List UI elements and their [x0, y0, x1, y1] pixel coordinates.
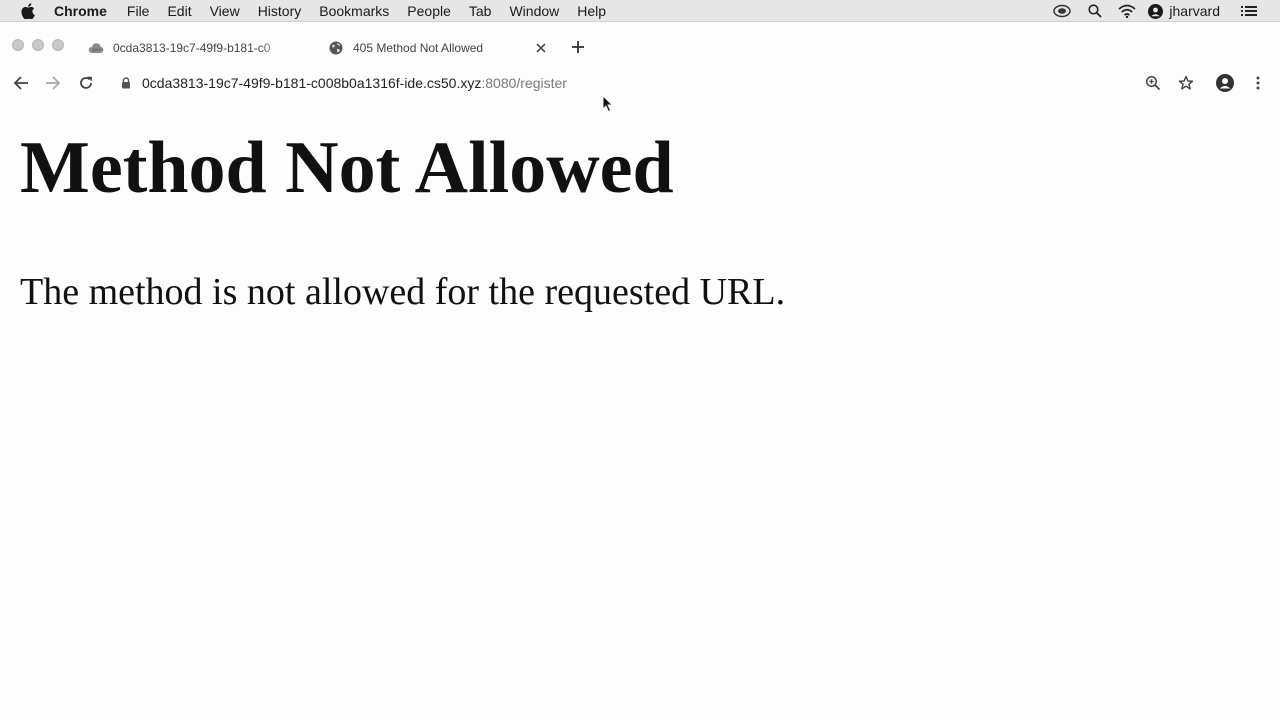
lock-icon[interactable]	[120, 76, 132, 90]
wifi-icon[interactable]	[1117, 0, 1137, 22]
window-zoom-button[interactable]	[52, 39, 64, 51]
menu-bookmarks[interactable]: Bookmarks	[319, 0, 389, 22]
tab-title: 0cda3813-19c7-49f9-b181-c0	[113, 41, 271, 55]
url-host: 0cda3813-19c7-49f9-b181-c008b0a1316f-ide…	[142, 75, 482, 91]
menubar-status-area: jharvard	[1051, 0, 1280, 22]
profile-avatar-icon[interactable]	[1216, 74, 1234, 92]
back-arrow-icon[interactable]	[12, 74, 30, 92]
mac-menu-bar: Chrome File Edit View History Bookmarks …	[0, 0, 1280, 22]
url-port-path: :8080/register	[481, 75, 567, 91]
window-minimize-button[interactable]	[32, 39, 44, 51]
kebab-menu-icon[interactable]	[1249, 74, 1267, 92]
menu-app-chrome[interactable]: Chrome	[54, 0, 107, 22]
user-account-icon[interactable]	[1147, 0, 1163, 22]
address-bar-url[interactable]: 0cda3813-19c7-49f9-b181-c008b0a1316f-ide…	[142, 74, 567, 92]
menu-tab[interactable]: Tab	[469, 0, 492, 22]
new-tab-plus-icon[interactable]	[570, 39, 586, 55]
menu-view[interactable]: View	[210, 0, 240, 22]
browser-tab-strip: 0cda3813-19c7-49f9-b181-c0 405 Method No…	[0, 23, 1280, 67]
menu-help[interactable]: Help	[577, 0, 606, 22]
spotlight-search-icon[interactable]	[1087, 0, 1103, 22]
globe-icon	[328, 40, 344, 56]
error-message: The method is not allowed for the reques…	[20, 271, 786, 313]
apple-logo-icon[interactable]	[21, 2, 35, 19]
tab-title: 405 Method Not Allowed	[353, 41, 484, 55]
cloud9-icon	[88, 40, 104, 56]
menu-people[interactable]: People	[407, 0, 451, 22]
window-close-button[interactable]	[12, 39, 24, 51]
menu-file[interactable]: File	[127, 0, 150, 22]
browser-toolbar: 0cda3813-19c7-49f9-b181-c008b0a1316f-ide…	[0, 67, 1280, 99]
tab-close-icon[interactable]	[534, 41, 548, 55]
forward-arrow-icon[interactable]	[44, 74, 62, 92]
mouse-pointer-icon	[602, 94, 614, 113]
creative-cloud-icon[interactable]	[1051, 0, 1073, 22]
menu-window[interactable]: Window	[509, 0, 559, 22]
menubar-user-name[interactable]: jharvard	[1169, 3, 1220, 19]
bookmark-star-icon[interactable]	[1177, 74, 1195, 92]
tab-cs50-ide[interactable]: 0cda3813-19c7-49f9-b181-c0	[88, 33, 312, 63]
zoom-magnifier-icon[interactable]	[1144, 74, 1162, 92]
reload-icon[interactable]	[77, 74, 95, 92]
tab-405-method-not-allowed[interactable]: 405 Method Not Allowed	[328, 33, 554, 63]
page-heading: Method Not Allowed	[20, 127, 674, 209]
menu-edit[interactable]: Edit	[167, 0, 191, 22]
menu-history[interactable]: History	[258, 0, 302, 22]
notification-center-icon[interactable]	[1240, 0, 1258, 22]
